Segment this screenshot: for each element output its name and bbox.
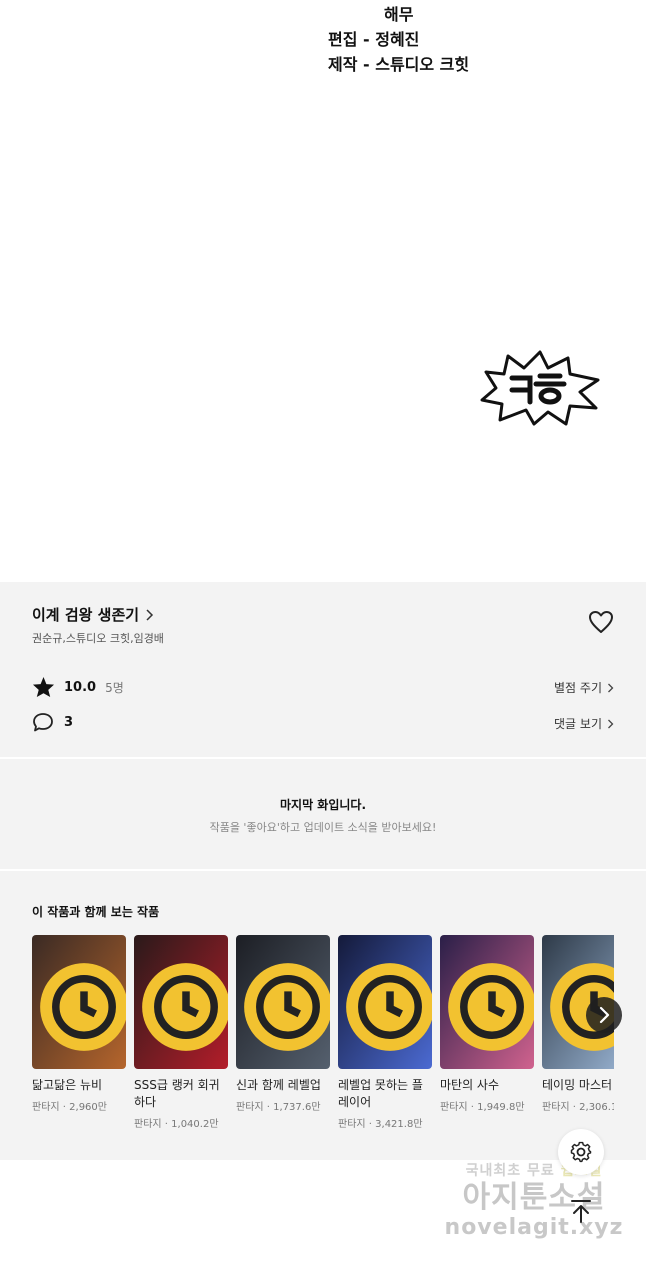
settings-button[interactable] (558, 1129, 604, 1175)
rating-count: 5명 (105, 680, 124, 695)
chevron-right-icon (608, 719, 614, 728)
recommendations-carousel[interactable]: 닮고닮은 뉴비 판타지 · 2,960만 SSS급 랭커 회귀하다 판타지 · 1,0… (32, 935, 614, 1145)
card-views: 2,306.1만 (579, 1102, 614, 1113)
star-icon (32, 676, 55, 698)
series-info-panel: 이계 검왕 생존기 권순규,스튜디오 크힛,임경배 10.0 5명 별점 주기 … (0, 582, 646, 757)
series-title-link[interactable]: 이계 검왕 생존기 (32, 604, 154, 625)
gear-icon (570, 1141, 592, 1163)
clock-icon (40, 963, 126, 1051)
card-views: 1,949.8만 (477, 1102, 525, 1113)
rating-value: 10.0 (64, 679, 97, 695)
comic-panel: 해무 편집 - 정혜진 제작 - 스튜디오 크힛 (0, 0, 646, 582)
credit-line: 해무 (384, 5, 414, 24)
comment-row[interactable]: 3 (32, 711, 73, 733)
cover-image (236, 935, 330, 1069)
card-genre: 판타지 (32, 1102, 60, 1113)
heart-icon[interactable] (588, 610, 614, 634)
card-views: 3,421.8만 (375, 1119, 423, 1130)
card-views: 1,737.6만 (273, 1102, 321, 1113)
card-genre: 판타지 (440, 1102, 468, 1113)
clock-icon (346, 963, 432, 1051)
cover-image (338, 935, 432, 1069)
card-title: 신과 함께 레벨업 (236, 1078, 321, 1092)
card-genre: 판타지 (338, 1119, 366, 1130)
card-meta: 판타지 · 1,949.8만 (440, 1102, 525, 1113)
comment-count: 3 (64, 714, 74, 730)
carousel-next-button[interactable] (586, 997, 622, 1033)
comment-bubble-icon (33, 713, 53, 732)
sound-effect-graphic (480, 350, 600, 426)
chevron-right-icon (608, 683, 614, 692)
cover-image (134, 935, 228, 1069)
card-title: 마탄의 사수 (440, 1078, 500, 1092)
recommendations-heading: 이 작품과 함께 보는 작품 (32, 905, 160, 919)
cover-image (440, 935, 534, 1069)
card-genre: 판타지 (236, 1102, 264, 1113)
card-genre: 판타지 (542, 1102, 570, 1113)
rating-row: 10.0 5명 (32, 676, 124, 698)
card-meta: 판타지 · 2,960만 (32, 1102, 107, 1113)
recommendation-card[interactable]: 레벨업 못하는 플레이어판타지 · 3,421.8만 (338, 935, 432, 1130)
credit-line: 편집 - 정혜진 (328, 30, 420, 49)
card-title: 닮고닮은 뉴비 (32, 1078, 103, 1092)
clock-icon (142, 963, 228, 1051)
card-meta: 판타지 · 1,040.2만 (134, 1119, 219, 1130)
series-authors: 권순규,스튜디오 크힛,임경배 (32, 632, 164, 645)
card-title: 레벨업 못하는 플레이어 (338, 1078, 423, 1109)
recommendation-card[interactable]: SSS급 랭커 회귀하다판타지 · 1,040.2만 (134, 935, 228, 1130)
scroll-to-top-button[interactable] (558, 1188, 604, 1234)
recommendation-card[interactable]: 마탄의 사수판타지 · 1,949.8만 (440, 935, 534, 1113)
cover-image (32, 935, 126, 1069)
chevron-right-icon (599, 1006, 610, 1024)
card-genre: 판타지 (134, 1119, 162, 1130)
chevron-right-icon (146, 608, 154, 621)
recommendation-card[interactable]: 닮고닮은 뉴비판타지 · 2,960만 (32, 935, 126, 1113)
recommendations-section: 이 작품과 함께 보는 작품 닮고닮은 뉴비 판타지 · 2,960만 SSS급 랭… (0, 871, 646, 1160)
rate-button-label: 별점 주기 (554, 681, 602, 695)
last-episode-title: 마지막 화입니다. (279, 798, 367, 812)
last-episode-notice: 마지막 화입니다. 작품을 '좋아요'하고 업데이트 소식을 받아보세요! (0, 759, 646, 869)
card-title: SSS급 랭커 회귀하다 (134, 1078, 220, 1109)
series-title: 이계 검왕 생존기 (32, 606, 140, 624)
recommendation-card[interactable]: 신과 함께 레벨업판타지 · 1,737.6만 (236, 935, 330, 1113)
last-episode-subtitle: 작품을 '좋아요'하고 업데이트 소식을 받아보세요! (209, 821, 437, 834)
clock-icon (448, 963, 534, 1051)
card-views: 1,040.2만 (171, 1119, 219, 1130)
credit-line: 제작 - 스튜디오 크힛 (328, 55, 470, 74)
card-title: 테이밍 마스터 (542, 1078, 613, 1092)
rate-button[interactable]: 별점 주기 (554, 679, 614, 696)
card-meta: 판타지 · 3,421.8만 (338, 1119, 423, 1130)
view-comments-button[interactable]: 댓글 보기 (554, 715, 614, 732)
comic-credits: 해무 편집 - 정혜진 제작 - 스튜디오 크힛 (328, 2, 469, 77)
clock-icon (244, 963, 330, 1051)
view-comments-label: 댓글 보기 (554, 717, 602, 731)
card-meta: 판타지 · 1,737.6만 (236, 1102, 321, 1113)
card-meta: 판타지 · 2,306.1만 (542, 1098, 614, 1113)
arrow-up-icon (571, 1200, 591, 1223)
card-views: 2,960만 (69, 1102, 107, 1113)
